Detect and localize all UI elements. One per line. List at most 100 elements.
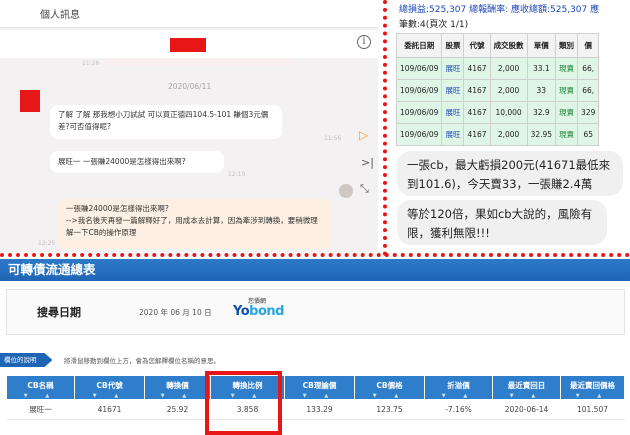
trade-date: 109/06/09: [395, 57, 443, 80]
sortable-column-header[interactable]: CB代號 ▼ ▲: [74, 375, 145, 400]
sortable-column-header[interactable]: 折溢價 ▼ ▲: [424, 375, 493, 400]
column-label: 最近賣回日: [507, 381, 546, 390]
column-label: 轉換價: [166, 381, 189, 390]
sort-arrows-icon[interactable]: ▼ ▲: [145, 393, 210, 399]
sort-arrows-icon[interactable]: ▼ ▲: [285, 393, 354, 399]
red-dotted-divider-horizontal: [0, 253, 630, 257]
column-label: CB價格: [376, 381, 403, 390]
stock-name[interactable]: 展旺: [441, 101, 465, 124]
trade-table-header: 委託日期 股票 代號 成交股數 單價 類別 價: [395, 33, 600, 58]
shares: 10,000: [489, 101, 528, 124]
annotation-note: 一張cb，最大虧損200元(41671最低來到101.6)，今天賣33，一張賺2…: [397, 151, 623, 196]
column-hint-text: 將滑鼠移動到欄位上方，會為您解釋欄位名稱的意思。: [64, 357, 220, 365]
sortable-column-header[interactable]: CB名稱 ▼ ▲: [6, 375, 75, 400]
column-header: 成交股數: [489, 33, 528, 58]
redacted-avatar: [20, 90, 40, 112]
date-separator: 2020/06/11: [168, 82, 212, 91]
logo-text-bond: bond: [249, 304, 284, 319]
message-time: 12:10: [228, 171, 246, 178]
stock-code: 4167: [463, 123, 491, 146]
trade-date: 109/06/09: [395, 79, 443, 102]
annotation-note: 等於120倍，果如cb大說的，風險有限，獲利無限!!!: [397, 200, 607, 245]
stock-code: 4167: [463, 57, 491, 80]
column-label: CB代號: [96, 381, 123, 390]
message-time: 12:25: [38, 240, 56, 247]
screenshot-collage: 個人訊息 i 11:26 2020/06/11 了解 了解 那我想小刀試試 可以…: [0, 0, 630, 435]
shares: 2,000: [489, 79, 528, 102]
yobond-logo: Yobond: [233, 304, 284, 319]
expand-icon[interactable]: ⤡: [360, 182, 369, 196]
sort-arrows-icon[interactable]: ▼ ▲: [425, 393, 492, 399]
table-row: 109/06/09 展旺 4167 2,000 33.1 現賣 66,: [395, 57, 600, 80]
previous-message-bubble: [106, 58, 296, 66]
page-title: 可轉債流通總表: [0, 259, 630, 281]
sort-arrows-icon[interactable]: ▼ ▲: [493, 393, 560, 399]
trade-type: 現賣: [555, 79, 579, 102]
cb-overview-panel: 可轉債流通總表 搜尋日期 2020 年 06 月 10 日 您債網 Yobond…: [0, 259, 630, 435]
price: 32.9: [526, 101, 557, 124]
search-date-label: 搜尋日期: [37, 306, 81, 319]
sortable-column-header[interactable]: 最近賣回價格 ▼ ▲: [560, 375, 625, 400]
sortable-column-header[interactable]: CB理論價 ▼ ▲: [284, 375, 355, 400]
last-page-icon[interactable]: >|: [361, 156, 374, 169]
column-label: CB名稱: [27, 381, 54, 390]
column-header: 委託日期: [395, 33, 443, 58]
stock-name[interactable]: 展旺: [441, 79, 465, 102]
cb-table: CB名稱 ▼ ▲ CB代號 ▼ ▲ 轉換價 ▼ ▲ 轉換比例 ▼ ▲ CB理論價 ▼ ▲ …: [6, 375, 625, 420]
amount: 66,: [577, 79, 600, 102]
sortable-column-header[interactable]: 最近賣回日 ▼ ▲: [492, 375, 561, 400]
trade-date: 109/06/09: [395, 101, 443, 124]
table-row: 109/06/09 展旺 4167 10,000 32.9 現賣 329: [395, 101, 600, 124]
conversion-price: 25.92: [144, 399, 211, 420]
search-date-value[interactable]: 2020 年 06 月 10 日: [139, 307, 212, 318]
info-icon[interactable]: i: [357, 35, 371, 49]
column-header: 單價: [526, 33, 557, 58]
cb-name: 展旺一: [6, 399, 75, 420]
red-dotted-divider-vertical: [383, 0, 387, 256]
shares: 2,000: [489, 57, 528, 80]
sortable-column-header[interactable]: 轉換價 ▼ ▲: [144, 375, 211, 400]
play-icon[interactable]: ▷: [359, 128, 368, 142]
sort-arrows-icon[interactable]: ▼ ▲: [561, 393, 624, 399]
stock-name[interactable]: 展旺: [441, 123, 465, 146]
logo-text-yo: Yo: [233, 304, 250, 319]
table-row: 109/06/09 展旺 4167 2,000 33 現賣 66,: [395, 79, 600, 102]
record-count: 筆數:4(頁次 1/1): [399, 20, 469, 30]
sort-arrows-icon[interactable]: ▼ ▲: [75, 393, 144, 399]
put-date: 2020-06-14: [492, 399, 561, 420]
premium-discount: -7.16%: [424, 399, 493, 420]
trade-table: 委託日期 股票 代號 成交股數 單價 類別 價 109/06/09 展旺 416…: [395, 33, 600, 146]
column-header: 價: [577, 33, 600, 58]
price: 32.95: [526, 123, 557, 146]
small-avatar: [339, 184, 353, 198]
message-time: 11:56: [324, 135, 342, 142]
cb-code: 41671: [74, 399, 145, 420]
table-row[interactable]: 展旺一 41671 25.92 3.858 133.29 123.75 -7.1…: [6, 399, 625, 420]
chat-header: i: [0, 30, 378, 58]
stock-code: 4167: [463, 101, 491, 124]
column-label: 最近賣回價格: [570, 381, 615, 390]
sort-arrows-icon[interactable]: ▼ ▲: [7, 393, 74, 399]
stock-name[interactable]: 展旺: [441, 57, 465, 80]
sort-arrows-icon[interactable]: ▼ ▲: [355, 393, 424, 399]
stock-code: 4167: [463, 79, 491, 102]
shares: 2,000: [489, 123, 528, 146]
table-row: 109/06/09 展旺 4167 2,000 32.95 現賣 65: [395, 123, 600, 146]
redacted-name-block: [170, 38, 206, 52]
trade-date: 109/06/09: [395, 123, 443, 146]
chat-message-bubble: 了解 了解 那我想小刀試試 可以買正德四104.5-101 賺個3元價差?可否值…: [50, 105, 282, 139]
column-header: 股票: [441, 33, 465, 58]
cb-price: 123.75: [354, 399, 425, 420]
column-label: 折溢價: [447, 381, 470, 390]
column-header: 代號: [463, 33, 491, 58]
price: 33: [526, 79, 557, 102]
column-hint-tag: 欄位的說明: [0, 353, 53, 367]
sortable-column-header[interactable]: CB價格 ▼ ▲: [354, 375, 425, 400]
column-header: 類別: [555, 33, 579, 58]
reply-text: -->我名後天再發一篇解釋好了，用成本去計算，因為牽涉到轉換，要稍微理解一下CB…: [66, 216, 318, 237]
trade-type: 現賣: [555, 57, 579, 80]
put-price: 101.507: [560, 399, 625, 420]
chat-top-bar: 個人訊息: [0, 0, 378, 28]
price: 33.1: [526, 57, 557, 80]
highlight-box-conversion-ratio: [205, 371, 282, 435]
